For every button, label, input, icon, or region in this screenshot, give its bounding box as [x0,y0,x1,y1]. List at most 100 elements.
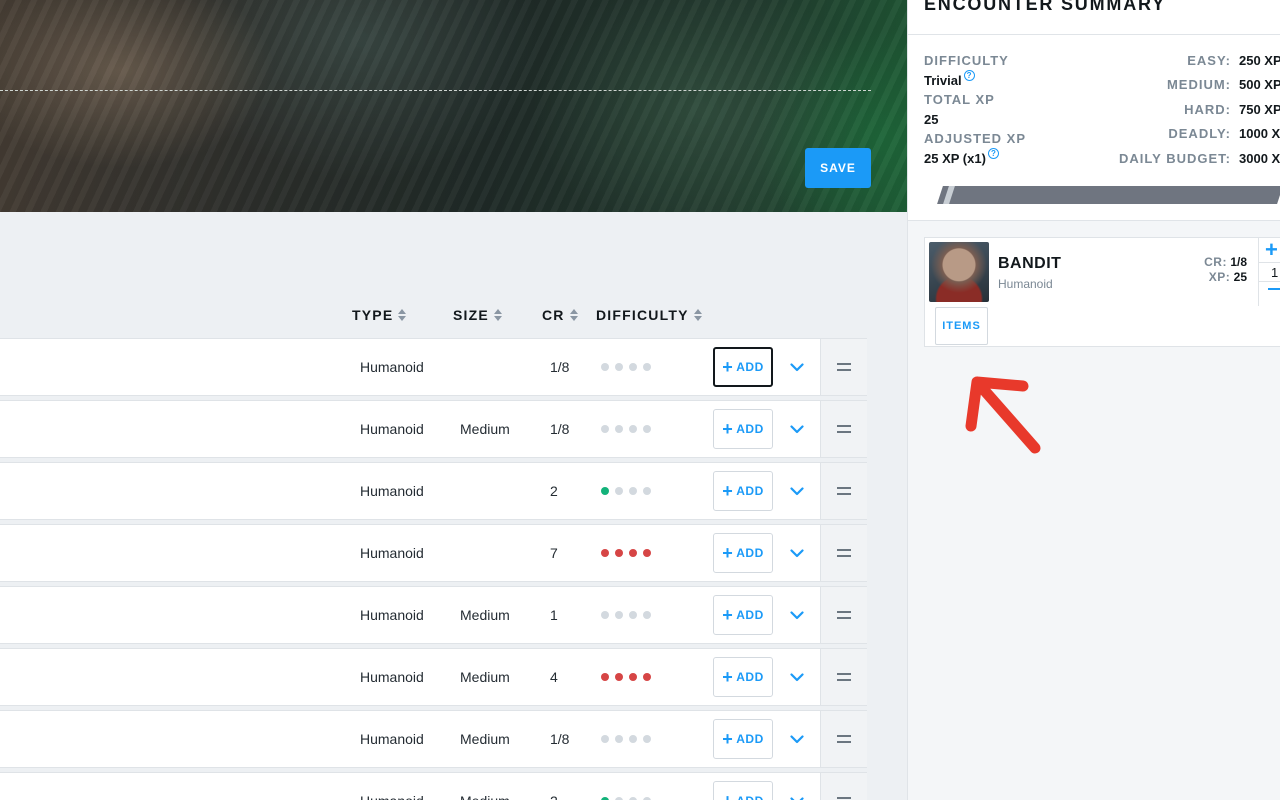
monster-list: Humanoid 1/8 + ADD Humanoid Medium 1/8 +… [0,338,867,800]
monster-cr-cell: 1/8 [550,731,570,747]
quantity-stepper: + 1 [1258,238,1280,306]
drag-handle-icon[interactable] [820,401,867,457]
sort-icon [693,309,702,321]
table-row[interactable]: Humanoid 2 + ADD [0,462,867,520]
items-button[interactable]: ITEMS [935,307,988,345]
decrement-icon[interactable] [1268,288,1280,290]
difficulty-dot [601,425,609,433]
difficulty-dot [615,549,623,557]
difficulty-indicator [601,339,651,395]
difficulty-dot [629,611,637,619]
plus-icon: + [722,605,734,625]
difficulty-dot [643,735,651,743]
drag-handle-icon[interactable] [820,339,867,395]
drag-handle-icon[interactable] [820,587,867,643]
monster-size-cell: Medium [460,731,510,747]
total-xp-label: TOTAL XP [924,92,995,107]
plus-icon: + [722,667,734,687]
add-monster-button[interactable]: + ADD [713,471,773,511]
drag-handle-icon[interactable] [820,525,867,581]
monster-size-cell: Medium [460,669,510,685]
chevron-down-icon[interactable] [787,475,807,507]
difficulty-dot [643,487,651,495]
table-row[interactable]: Humanoid Medium 2 + ADD [0,772,867,800]
table-row[interactable]: Humanoid 7 + ADD [0,524,867,582]
chevron-down-icon[interactable] [787,661,807,693]
monster-type-cell: Humanoid [360,669,424,685]
table-row[interactable]: Humanoid Medium 4 + ADD [0,648,867,706]
quantity-value[interactable]: 1 [1259,262,1280,282]
table-row[interactable]: Humanoid Medium 1/8 + ADD [0,710,867,768]
increment-icon[interactable]: + [1265,238,1278,262]
monster-cr-cell: 1/8 [550,421,570,437]
monster-type-cell: Humanoid [360,607,424,623]
sort-icon [398,309,407,321]
difficulty-indicator [601,649,651,705]
monster-cr-cell: 2 [550,483,558,499]
xp-progress-bar [937,186,1280,204]
monster-type-cell: Humanoid [360,731,424,747]
difficulty-dot [629,487,637,495]
difficulty-dot [643,425,651,433]
add-monster-button[interactable]: + ADD [713,409,773,449]
difficulty-dot [615,673,623,681]
difficulty-indicator [601,773,651,800]
add-monster-button[interactable]: + ADD [713,719,773,759]
table-row[interactable]: Humanoid Medium 1 + ADD [0,586,867,644]
monster-type: Humanoid [998,277,1053,291]
encounter-monster-card[interactable]: BANDIT Humanoid CR: 1/8 XP: 25 + 1 ITEMS [924,237,1280,347]
add-monster-button[interactable]: + ADD [713,657,773,697]
add-monster-button[interactable]: + ADD [713,347,773,387]
threshold-deadly: DEADLY: 1000 XP [1168,126,1280,141]
column-header-size[interactable]: SIZE [453,307,502,323]
chevron-down-icon[interactable] [787,413,807,445]
chevron-down-icon[interactable] [787,599,807,631]
monster-type-cell: Humanoid [360,483,424,499]
help-icon[interactable]: ? [987,148,999,159]
chevron-down-icon[interactable] [787,785,807,800]
difficulty-dot [643,549,651,557]
difficulty-dot [601,673,609,681]
monster-type-cell: Humanoid [360,359,424,375]
difficulty-dot [629,735,637,743]
drag-handle-icon[interactable] [820,463,867,519]
monster-avatar[interactable] [929,242,989,302]
difficulty-indicator [601,587,651,643]
difficulty-dot [629,363,637,371]
monster-cr-cell: 2 [550,773,558,800]
add-monster-button[interactable]: + ADD [713,595,773,635]
total-xp-value: 25 [924,112,939,127]
threshold-easy: EASY: 250 XP [1187,53,1280,68]
save-button[interactable]: SAVE [805,148,871,188]
table-row[interactable]: Humanoid 1/8 + ADD [0,338,867,396]
chevron-down-icon[interactable] [787,723,807,755]
summary-title: ENCOUNTER SUMMARY [924,0,1166,14]
column-header-type[interactable]: TYPE [352,307,407,323]
drag-handle-icon[interactable] [820,711,867,767]
difficulty-label: DIFFICULTY [924,53,1009,68]
chevron-down-icon[interactable] [787,537,807,569]
hero-banner: SAVE [0,0,907,212]
table-row[interactable]: Humanoid Medium 1/8 + ADD [0,400,867,458]
add-monster-button[interactable]: + ADD [713,533,773,573]
column-header-difficulty[interactable]: DIFFICULTY [596,307,702,323]
chevron-down-icon[interactable] [787,351,807,383]
difficulty-indicator [601,463,651,519]
difficulty-dot [601,735,609,743]
monster-cr-cell: 1 [550,607,558,623]
drag-handle-icon[interactable] [820,649,867,705]
difficulty-dot [643,611,651,619]
plus-icon: + [722,357,734,377]
add-monster-button[interactable]: + ADD [713,781,773,800]
monster-name[interactable]: BANDIT [998,255,1061,273]
difficulty-dot [615,611,623,619]
difficulty-dot [629,425,637,433]
drag-handle-icon[interactable] [820,773,867,800]
sort-icon [569,309,578,321]
monster-size-cell: Medium [460,773,510,800]
help-icon[interactable]: ? [963,70,975,81]
threshold-medium: MEDIUM: 500 XP [1166,77,1280,92]
column-header-cr[interactable]: CR [542,307,578,323]
difficulty-dot [643,673,651,681]
monster-cr-cell: 4 [550,669,558,685]
